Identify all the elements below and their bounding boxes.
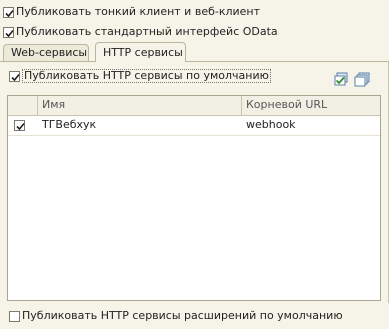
table-header: Имя Корневой URL [8,96,380,116]
row-divider [8,135,380,136]
publish-thin-client-label: Публиковать тонкий клиент и веб-клиент [16,5,261,18]
row-root-url: webhook [246,118,296,131]
check-all-icon [334,72,348,86]
column-header-name[interactable]: Имя [42,98,65,112]
column-header-root-url[interactable]: Корневой URL [246,98,327,112]
checkmark-icon [16,122,25,131]
checkmark-icon [5,9,14,18]
row-name: ТГВебхук [42,118,97,131]
uncheck-all-button[interactable] [354,72,370,88]
checkmark-icon [11,73,20,82]
publish-extensions-checkbox[interactable] [9,311,20,322]
check-all-button[interactable] [333,72,349,88]
http-services-table[interactable]: Имя Корневой URL ТГВебхук webhook [7,95,381,301]
tab-http-services-label: HTTP сервисы [103,46,183,59]
publish-http-default-label: Публиковать HTTP сервисы по умолчанию [22,69,271,83]
publish-thin-client-checkbox[interactable] [3,7,14,18]
checkmark-icon [5,29,14,38]
tab-web-services-label: Web-сервисы [11,46,88,59]
publish-odata-label: Публиковать стандартный интерфейс OData [16,25,278,38]
table-row[interactable]: ТГВебхук webhook [8,116,380,135]
uncheck-all-icon [354,72,370,87]
publish-extensions-label: Публиковать HTTP сервисы расширений по у… [22,309,343,322]
tab-http-services[interactable]: HTTP сервисы [95,42,186,62]
publish-odata-checkbox[interactable] [3,27,14,38]
tab-web-services[interactable]: Web-сервисы [3,44,89,61]
row-checkbox[interactable] [14,120,25,131]
publish-http-default-checkbox[interactable] [9,71,20,82]
